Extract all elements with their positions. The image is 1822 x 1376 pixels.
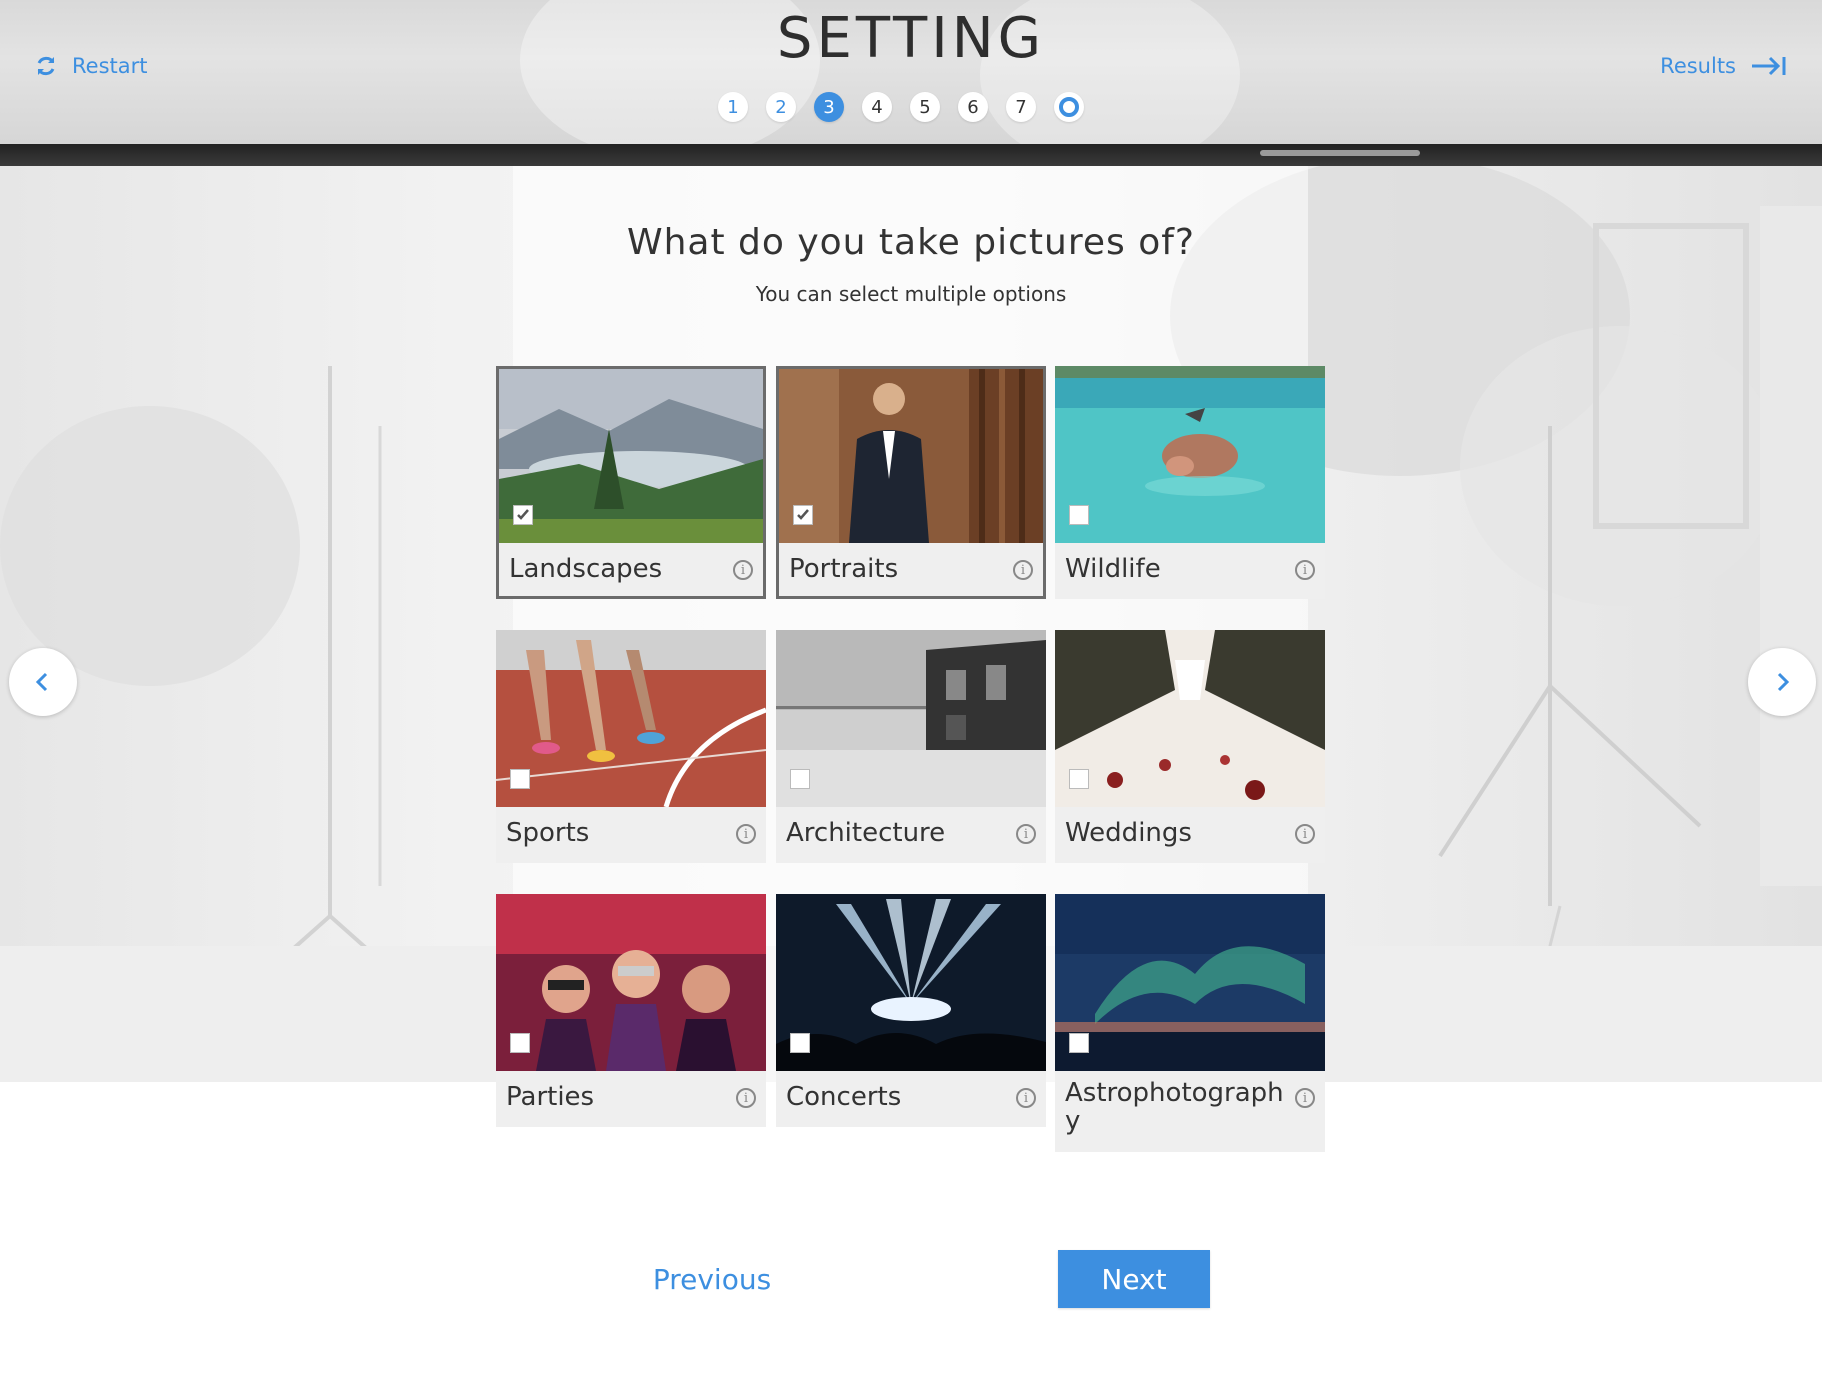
question-title: What do you take pictures of? xyxy=(626,222,1195,263)
option-label: Wildlife xyxy=(1065,554,1161,584)
info-icon[interactable]: i xyxy=(1295,824,1315,844)
option-wildlife[interactable]: Wildlife i xyxy=(1055,366,1325,599)
checkbox-checked[interactable] xyxy=(793,505,813,525)
page-title: SETTING xyxy=(776,6,1046,71)
checkbox-unchecked[interactable] xyxy=(510,1033,530,1053)
step-3-current[interactable]: 3 xyxy=(814,92,844,122)
masked-party-photo xyxy=(496,894,766,1071)
check-icon xyxy=(797,509,809,520)
option-label: Sports xyxy=(506,818,590,848)
option-architecture[interactable]: Architecture i xyxy=(776,630,1046,863)
header: Restart SETTING 1 2 3 4 5 6 7 Results xyxy=(0,0,1822,170)
swimming-pig-photo xyxy=(1055,366,1325,543)
step-number: 4 xyxy=(871,96,883,118)
option-label: Portraits xyxy=(789,554,899,584)
option-landscapes[interactable]: Landscapes i xyxy=(496,366,766,599)
previous-button[interactable]: Previous xyxy=(640,1250,784,1308)
next-arrow-button[interactable] xyxy=(1748,648,1816,716)
info-icon[interactable]: i xyxy=(1013,560,1033,580)
check-icon xyxy=(517,509,529,520)
step-number: 2 xyxy=(775,96,787,118)
pier-building-photo xyxy=(776,630,1046,807)
checkbox-unchecked[interactable] xyxy=(790,1033,810,1053)
man-in-suit-photo xyxy=(779,369,1043,543)
step-2[interactable]: 2 xyxy=(766,92,796,122)
step-number: 7 xyxy=(1015,96,1027,118)
checkbox-unchecked[interactable] xyxy=(1069,1033,1089,1053)
ceiling-light xyxy=(1260,150,1420,156)
wedding-aisle-photo xyxy=(1055,630,1325,807)
option-portraits[interactable]: Portraits i xyxy=(776,366,1046,599)
info-icon[interactable]: i xyxy=(1295,560,1315,580)
option-parties[interactable]: Parties i xyxy=(496,894,766,1127)
question-subtitle: You can select multiple options xyxy=(755,282,1067,306)
info-icon[interactable]: i xyxy=(1295,1088,1315,1108)
chevron-right-icon xyxy=(1777,672,1790,692)
step-7[interactable]: 7 xyxy=(1006,92,1036,122)
mountain-lake-photo xyxy=(499,369,763,543)
results-label: Results xyxy=(1660,54,1736,78)
step-number: 3 xyxy=(823,96,835,118)
info-icon[interactable]: i xyxy=(1016,824,1036,844)
previous-arrow-button[interactable] xyxy=(9,648,77,716)
step-number: 5 xyxy=(919,96,931,118)
option-sports[interactable]: Sports i xyxy=(496,630,766,863)
info-icon[interactable]: i xyxy=(1016,1088,1036,1108)
concert-stage-photo xyxy=(776,894,1046,1071)
option-label: Concerts xyxy=(786,1082,902,1112)
step-5[interactable]: 5 xyxy=(910,92,940,122)
option-label: Weddings xyxy=(1065,818,1192,848)
option-label: Landscapes xyxy=(509,554,663,584)
info-icon[interactable]: i xyxy=(733,560,753,580)
step-results[interactable] xyxy=(1054,92,1084,122)
checkbox-checked[interactable] xyxy=(513,505,533,525)
checkbox-unchecked[interactable] xyxy=(510,769,530,789)
step-1[interactable]: 1 xyxy=(718,92,748,122)
checkbox-unchecked[interactable] xyxy=(790,769,810,789)
step-6[interactable]: 6 xyxy=(958,92,988,122)
option-label: Parties xyxy=(506,1082,595,1112)
step-number: 6 xyxy=(967,96,979,118)
results-button[interactable]: Results xyxy=(1660,54,1788,78)
option-label: Architecture xyxy=(786,818,946,848)
chevron-left-icon xyxy=(35,672,48,692)
studio-ceiling-band xyxy=(0,144,1822,166)
option-astrophotography[interactable]: Astrophotography i xyxy=(1055,894,1325,1152)
checkbox-unchecked[interactable] xyxy=(1069,505,1089,525)
option-label: Astrophotography xyxy=(1065,1078,1284,1136)
step-indicator: 1 2 3 4 5 6 7 xyxy=(718,92,1084,122)
next-button[interactable]: Next xyxy=(1058,1250,1210,1308)
info-icon[interactable]: i xyxy=(736,1088,756,1108)
info-icon[interactable]: i xyxy=(736,824,756,844)
runners-track-photo xyxy=(496,630,766,807)
aurora-photo xyxy=(1055,894,1325,1071)
ring-icon xyxy=(1059,97,1079,117)
step-number: 1 xyxy=(727,96,739,118)
step-4[interactable]: 4 xyxy=(862,92,892,122)
arrow-to-end-icon xyxy=(1752,56,1786,76)
option-concerts[interactable]: Concerts i xyxy=(776,894,1046,1127)
option-weddings[interactable]: Weddings i xyxy=(1055,630,1325,863)
checkbox-unchecked[interactable] xyxy=(1069,769,1089,789)
